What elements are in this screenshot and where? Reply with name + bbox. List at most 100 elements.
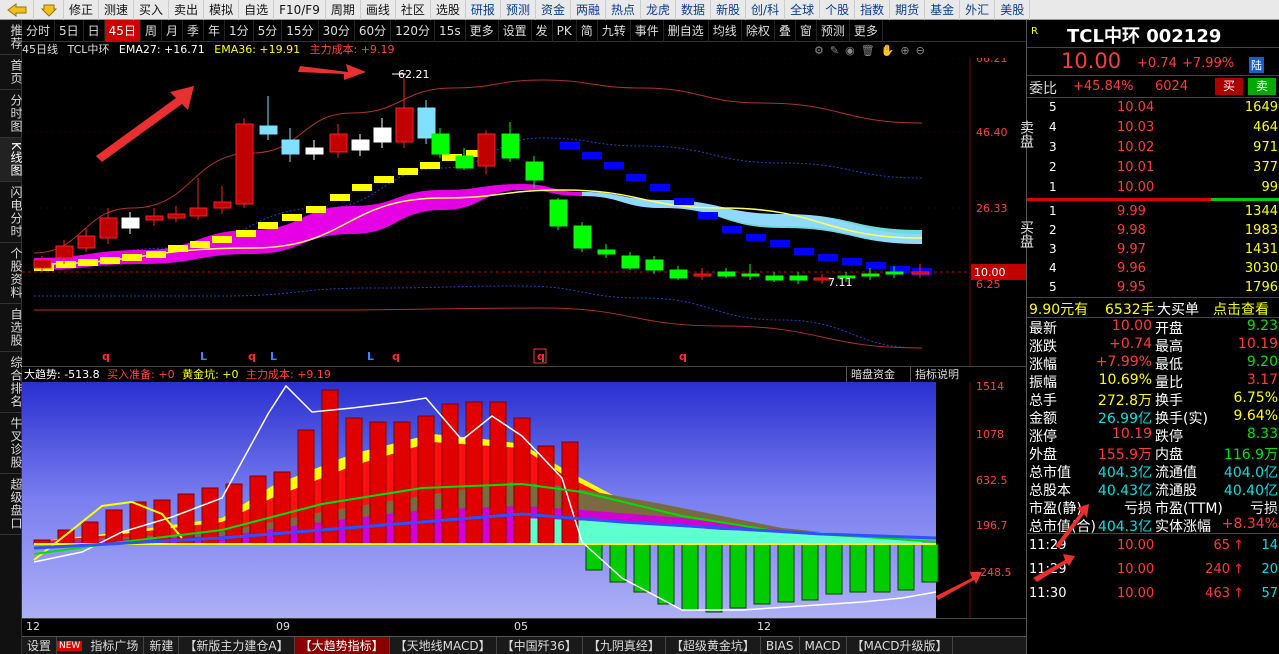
indicator-tab[interactable]: 【中国歼36】 <box>497 636 583 654</box>
period-button[interactable]: 更多 <box>850 19 883 42</box>
leftnav-item[interactable]: 推荐 <box>0 20 23 55</box>
toolbar-item[interactable]: 热点 <box>606 0 641 20</box>
period-button[interactable]: 窗 <box>796 19 817 42</box>
period-button[interactable]: 分时 <box>22 19 56 42</box>
period-button[interactable]: 更多 <box>466 19 499 42</box>
period-button[interactable]: 60分 <box>355 19 392 42</box>
toolbar-item[interactable]: 自选 <box>239 0 275 20</box>
eye-icon[interactable]: ◉ <box>845 44 855 57</box>
ask-row[interactable]: 3 10.02 971 <box>1027 138 1279 158</box>
bid-row[interactable]: 2 9.98 1983 <box>1027 221 1279 240</box>
toolbar-item[interactable]: 选股 <box>431 0 466 20</box>
settings-gear-icon[interactable]: ⚙ <box>814 44 824 57</box>
dark-pool-button[interactable]: 暗盘资金 <box>846 367 899 383</box>
indicator-tab[interactable]: MACD <box>800 636 847 654</box>
bid-row[interactable]: 5 9.95 1796 <box>1027 278 1279 297</box>
zoom-in-icon[interactable]: ⊕ <box>900 44 909 57</box>
period-button[interactable]: 1分 <box>225 19 254 42</box>
indicator-tab[interactable]: 新建 <box>144 636 180 654</box>
indicator-tab[interactable]: 设置 <box>22 636 58 654</box>
period-button[interactable]: 九转 <box>598 19 631 42</box>
ask-row[interactable]: 1 10.00 99 <box>1027 178 1279 198</box>
toolbar-item[interactable]: 个股 <box>820 0 856 20</box>
toolbar-item[interactable]: 指数 <box>855 0 891 20</box>
period-button[interactable]: 15s <box>435 19 466 42</box>
leftnav-item[interactable]: 首页 <box>0 55 23 90</box>
toolbar-item[interactable]: F10/F9 <box>274 0 326 20</box>
buy-button[interactable]: 买 <box>1215 78 1243 95</box>
toolbar-item[interactable]: 美股 <box>995 0 1031 20</box>
toolbar-item[interactable]: 新股 <box>711 0 747 20</box>
sell-button[interactable]: 卖 <box>1248 78 1276 95</box>
toolbar-item[interactable]: 创/科 <box>746 0 786 20</box>
toolbar-item[interactable]: 数据 <box>676 0 712 20</box>
leftnav-item[interactable]: 闪电分时 <box>0 182 23 243</box>
leftnav-item[interactable]: 自选股 <box>0 304 23 352</box>
period-button[interactable]: 日 <box>84 19 105 42</box>
toolbar-item[interactable]: 修正 <box>64 0 100 20</box>
period-button[interactable]: 周 <box>141 19 162 42</box>
period-button[interactable]: 30分 <box>319 19 355 42</box>
indicator-tab[interactable]: 【天地线MACD】 <box>390 636 497 654</box>
leftnav-item[interactable]: 分时图 <box>0 90 23 138</box>
period-button[interactable]: 设置 <box>499 19 532 42</box>
ask-row[interactable]: 4 10.03 464 <box>1027 118 1279 138</box>
leftnav-item[interactable]: 牛叉诊股 <box>0 413 23 474</box>
period-button[interactable]: 发 <box>532 19 553 42</box>
ask-row[interactable]: 2 10.01 377 <box>1027 158 1279 178</box>
period-button[interactable]: 季 <box>183 19 204 42</box>
trend-indicator-chart[interactable]: 1514 1078 632.5 196.7 -248.5 <box>22 382 1026 618</box>
toolbar-item[interactable]: 全球 <box>785 0 821 20</box>
period-button[interactable]: 简 <box>577 19 598 42</box>
leftnav-item[interactable]: 个股资料 <box>0 243 23 304</box>
bid-row[interactable]: 4 9.96 3030 <box>1027 259 1279 278</box>
period-button[interactable]: 120分 <box>391 19 436 42</box>
toolbar-item[interactable]: 两融 <box>571 0 606 20</box>
toolbar-item[interactable]: 模拟 <box>204 0 240 20</box>
period-button[interactable]: 5日 <box>55 19 84 42</box>
zoom-out-icon[interactable]: ⊖ <box>916 44 925 57</box>
indicator-tab[interactable]: 【MACD升级版】 <box>847 636 954 654</box>
period-button[interactable]: 除权 <box>742 19 775 42</box>
toolbar-item[interactable]: 测速 <box>99 0 135 20</box>
hand-icon[interactable]: ✋ <box>881 44 895 57</box>
indicator-tab[interactable]: 【九阴真经】 <box>583 636 666 654</box>
indicator-tab[interactable]: 【超级黄金坑】 <box>666 636 761 654</box>
toolbar-item[interactable]: 买入 <box>134 0 170 20</box>
period-button[interactable]: 删自选 <box>664 19 709 42</box>
pen-icon[interactable]: ✎ <box>830 44 839 57</box>
toolbar-item[interactable]: 龙虎 <box>641 0 677 20</box>
indicator-tab[interactable]: 指标广场 <box>85 636 145 654</box>
period-button[interactable]: PK <box>553 19 577 42</box>
leftnav-item[interactable]: K线图 <box>0 138 23 182</box>
toolbar-item[interactable]: 研报 <box>466 0 501 20</box>
indicator-tab[interactable]: BIAS <box>761 636 800 654</box>
bid-row[interactable]: 1 9.99 1344 <box>1027 202 1279 221</box>
indicator-tab[interactable]: 【大趋势指标】 <box>294 636 390 654</box>
toolbar-item[interactable]: 基金 <box>925 0 961 20</box>
toolbar-item[interactable]: 外汇 <box>960 0 996 20</box>
toolbar-item[interactable]: 周期 <box>326 0 361 20</box>
toolbar-item[interactable]: 预测 <box>501 0 536 20</box>
bigorder-link[interactable]: 点击查看 <box>1213 299 1269 319</box>
period-button[interactable]: 月 <box>162 19 183 42</box>
period-button[interactable]: 年 <box>204 19 226 42</box>
period-button[interactable]: 5分 <box>254 19 283 42</box>
leftnav-item[interactable]: 超级盘口 <box>0 474 23 535</box>
period-button[interactable]: 45日 <box>104 19 141 42</box>
forward-button[interactable] <box>34 0 64 20</box>
back-button[interactable] <box>0 0 34 20</box>
period-button[interactable]: 事件 <box>631 19 664 42</box>
trash-icon[interactable]: 🗑 <box>861 44 875 57</box>
toolbar-item[interactable]: 画线 <box>361 0 396 20</box>
toolbar-item[interactable]: 社区 <box>396 0 431 20</box>
toolbar-item[interactable]: 资金 <box>536 0 571 20</box>
period-button[interactable]: 预测 <box>817 19 850 42</box>
ask-row[interactable]: 5 10.04 1649 <box>1027 98 1279 118</box>
toolbar-item[interactable]: 卖出 <box>169 0 205 20</box>
toolbar-item[interactable]: 期货 <box>890 0 926 20</box>
period-button[interactable]: 15分 <box>282 19 319 42</box>
leftnav-item[interactable]: 综合排名 <box>0 352 23 413</box>
kline-chart[interactable]: 66.2146.4026.336.2510.00 62.217.11q Lq L Lq… <box>22 58 1026 366</box>
period-button[interactable]: 均线 <box>709 19 742 42</box>
